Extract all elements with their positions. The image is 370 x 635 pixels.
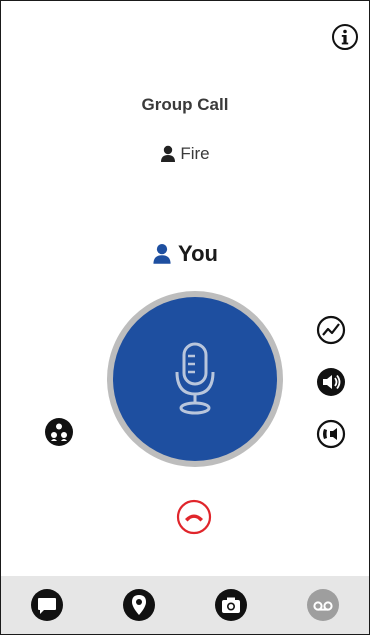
info-button[interactable]: [329, 21, 361, 53]
call-type-label: Group Call: [141, 95, 229, 114]
push-to-talk-button[interactable]: [113, 297, 277, 461]
camera-icon: [215, 589, 247, 621]
info-icon: [332, 24, 358, 50]
ptt-ring: [107, 291, 283, 467]
location-button[interactable]: [119, 585, 159, 625]
voicemail-icon: [307, 589, 339, 621]
talker-name: You: [178, 241, 218, 266]
call-screen: Group Call Fire You: [0, 0, 370, 635]
speaker-button[interactable]: [315, 366, 347, 398]
members-icon: [45, 418, 73, 446]
call-mode-button[interactable]: [315, 418, 347, 450]
messages-button[interactable]: [27, 585, 67, 625]
bottom-nav-bar: [1, 576, 369, 634]
current-talker: You: [1, 241, 369, 267]
members-button[interactable]: [43, 416, 75, 448]
end-call-button[interactable]: [174, 497, 214, 537]
activity-button[interactable]: [315, 314, 347, 346]
speaker-icon: [317, 368, 345, 396]
end-call-icon: [176, 499, 212, 535]
message-icon: [31, 589, 63, 621]
group-name: Fire: [180, 144, 210, 163]
person-icon: [161, 145, 176, 162]
voicemail-button[interactable]: [303, 585, 343, 625]
group-label: Fire: [1, 144, 369, 164]
activity-icon: [316, 315, 346, 345]
location-pin-icon: [123, 589, 155, 621]
microphone-icon: [175, 342, 215, 415]
person-icon: [153, 243, 171, 264]
call-mode-icon: [316, 419, 346, 449]
camera-button[interactable]: [211, 585, 251, 625]
